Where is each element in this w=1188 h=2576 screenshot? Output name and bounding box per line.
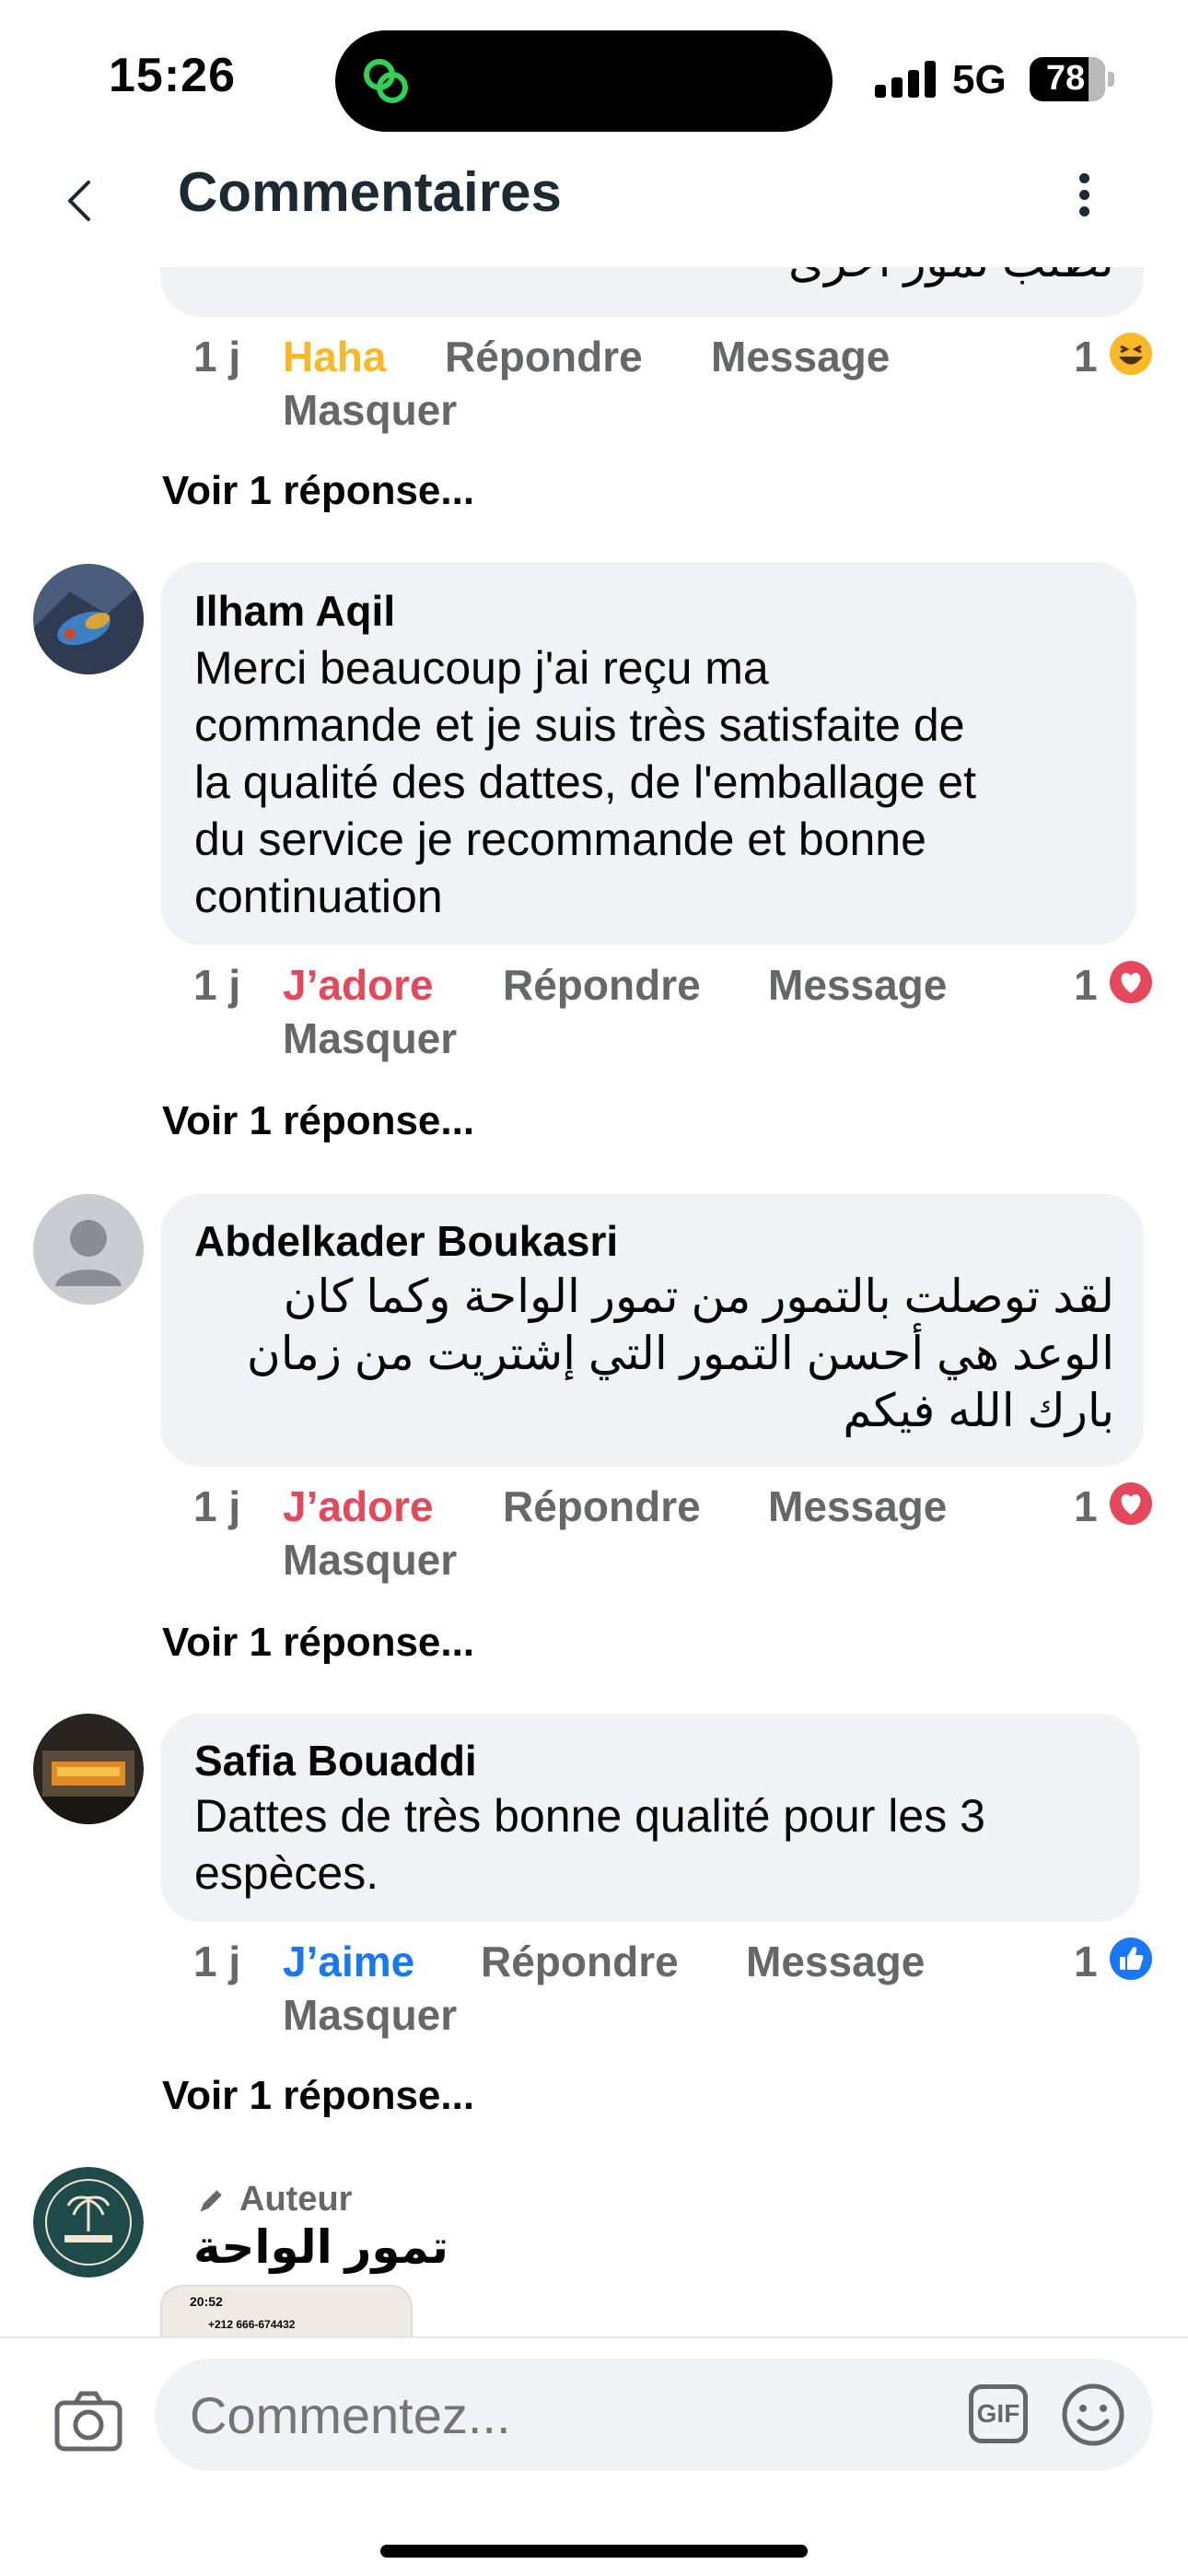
emoji-icon[interactable] [1061,2383,1125,2447]
comment-text: Merci beaucoup j'ai reçu ma commande et … [194,642,976,922]
reply-button[interactable]: Répondre [445,332,643,381]
reply-button[interactable]: Répondre [503,960,701,1010]
cellular-signal-icon [875,61,939,98]
battery-percent: 78 [1045,59,1086,98]
home-indicator[interactable] [380,2545,808,2558]
page-name[interactable]: تمور الواحة [193,2220,448,2274]
reply-button[interactable]: Répondre [503,1481,701,1531]
dynamic-island [335,30,833,132]
camera-icon[interactable] [53,2386,123,2456]
gif-label: GIF [976,2399,1020,2428]
view-replies-link[interactable]: Voir 1 réponse... [162,2073,474,2119]
comment-time: 1 j [193,333,241,381]
battery-icon: 78 [1030,57,1114,101]
call-link-icon [364,59,408,103]
pencil-icon [200,2190,222,2212]
reaction-count: 1 [1074,1482,1098,1530]
haha-icon [1110,333,1152,375]
comment-author[interactable]: Safia Bouaddi [194,1736,477,1786]
hide-button[interactable]: Masquer [283,1990,457,2040]
avatar[interactable] [33,1714,144,1824]
reaction-count: 1 [1074,333,1098,381]
status-time: 15:26 [109,49,236,102]
comment-actions: 1 j Haha Répondre Message Masquer [0,332,1188,435]
comment-author[interactable]: Ilham Aqil [194,586,395,636]
reaction-label[interactable]: J’adore [283,1481,434,1531]
comment-time: 1 j [193,961,241,1009]
love-icon [1110,961,1152,1003]
comment-time: 1 j [193,1482,241,1530]
page-title: Commentaires [178,161,562,223]
like-icon [1110,1938,1152,1980]
thumb-time: 20:52 [190,2294,223,2309]
reaction-count: 1 [1074,961,1098,1009]
gif-icon[interactable]: GIF [969,2384,1028,2443]
status-bar: 15:26 5G 78 [0,0,1188,147]
reaction-label[interactable]: J’aime [283,1937,414,1986]
comment-actions: 1 j J’adore Répondre Message Masquer [0,960,1188,1063]
author-badge: Auteur [239,2180,353,2219]
hide-button[interactable]: Masquer [283,1013,457,1063]
view-replies-link[interactable]: Voir 1 réponse... [162,1098,474,1144]
hide-button[interactable]: Masquer [283,385,457,435]
comment-text: لطلب تمور أخرى [184,267,1114,289]
back-chevron-icon[interactable] [55,173,111,228]
love-icon [1110,1482,1152,1525]
page-avatar[interactable] [33,2167,144,2277]
message-button[interactable]: Message [711,332,890,381]
reaction-label[interactable]: Haha [283,332,386,381]
thumb-phone: +212 666-674432 [208,2318,296,2331]
comment-actions: 1 j J’aime Répondre Message Masquer [0,1937,1188,2040]
view-replies-link[interactable]: Voir 1 réponse... [162,1620,474,1666]
comment-time: 1 j [193,1938,241,1985]
network-type: 5G [952,57,1007,102]
comments-header: Commentaires [0,147,1188,267]
comment-actions: 1 j J’adore Répondre Message Masquer [0,1481,1188,1585]
reaction-count: 1 [1074,1938,1098,1985]
comment-composer: GIF [0,2336,1188,2576]
comment-text: لقد توصلت بالتمور من تمور الواحة وكما كا… [247,1270,1114,1436]
avatar[interactable] [33,564,144,674]
message-button[interactable]: Message [746,1937,925,1986]
comment-author[interactable]: Abdelkader Boukasri [194,1216,618,1266]
reply-button[interactable]: Répondre [481,1937,679,1986]
comment-text: Dattes de très bonne qualité pour les 3 … [194,1790,985,1899]
message-button[interactable]: Message [768,960,947,1010]
message-button[interactable]: Message [768,1481,947,1531]
hide-button[interactable]: Masquer [283,1535,457,1585]
comments-list[interactable]: لطلب تمور أخرى 1 j Haha Répondre Message… [0,267,1188,2336]
attached-screenshot[interactable]: 20:52 +212 666-674432 [160,2285,413,2336]
more-options-icon[interactable] [1079,173,1089,228]
view-replies-link[interactable]: Voir 1 réponse... [162,468,474,514]
avatar[interactable] [33,1194,144,1305]
reaction-label[interactable]: J’adore [283,960,434,1010]
